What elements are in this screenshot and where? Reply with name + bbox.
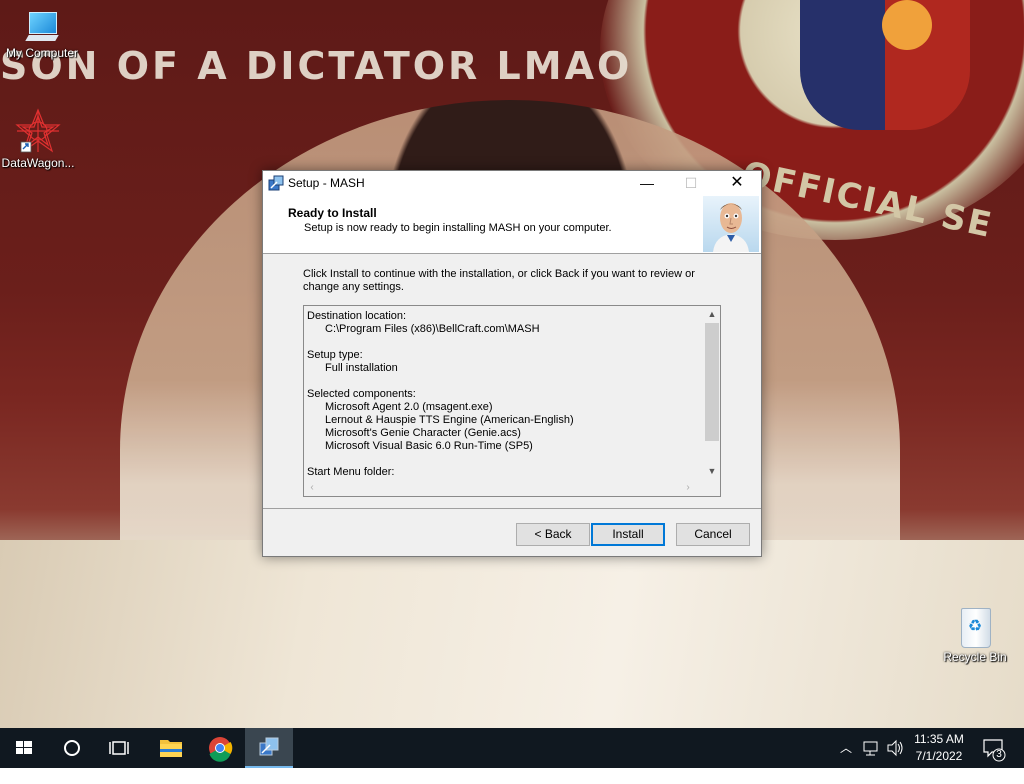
setup-app-icon: [268, 175, 284, 191]
chrome-icon: [209, 737, 233, 762]
back-button[interactable]: < Back: [516, 523, 590, 546]
desktop-icon-label: DataWagon...: [1, 156, 75, 170]
action-center-button[interactable]: 3: [978, 728, 1010, 768]
scroll-up-arrow-icon[interactable]: ▲: [704, 306, 720, 322]
setup-mash-icon: [259, 737, 279, 756]
memo-setup-type-value: Full installation: [325, 362, 398, 374]
desktop-icon-label: My Computer: [5, 46, 79, 60]
desktop-icon-datawagon[interactable]: DataWagon...: [0, 108, 80, 170]
install-button[interactable]: Install: [591, 523, 665, 546]
cancel-button[interactable]: Cancel: [676, 523, 750, 546]
memo-component-item: Microsoft's Genie Character (Genie.acs): [325, 427, 521, 439]
maximize-button: ☐: [684, 175, 698, 191]
taskbar-setup-mash[interactable]: [245, 728, 293, 768]
notification-count-badge: 3: [996, 749, 1002, 760]
scroll-left-arrow-icon[interactable]: ‹: [304, 480, 320, 496]
desktop-icon-label: Recycle Bin: [943, 650, 1007, 664]
datawagon-icon: [15, 108, 61, 154]
start-button[interactable]: [0, 728, 48, 768]
memo-start-menu-label: Start Menu folder:: [307, 466, 395, 478]
wizard-character-image: [703, 196, 759, 252]
scroll-right-arrow-icon[interactable]: ›: [680, 480, 696, 496]
minimize-button[interactable]: —: [625, 171, 669, 195]
task-view-icon: [109, 741, 129, 755]
task-view-button[interactable]: [96, 728, 144, 768]
memo-component-item: Microsoft Agent 2.0 (msagent.exe): [325, 401, 493, 413]
dialog-titlebar[interactable]: Setup - MASH — ☐ ✕: [263, 171, 761, 195]
wizard-page-title: Ready to Install: [288, 206, 377, 220]
volume-icon[interactable]: [884, 728, 906, 768]
search-icon: [64, 740, 80, 756]
memo-component-item: Lernout & Hauspie TTS Engine (American-E…: [325, 414, 574, 426]
ready-memo-content: Destination location: C:\Program Files (…: [307, 310, 702, 480]
recycle-bin-icon: ♻: [955, 604, 995, 648]
horizontal-scrollbar[interactable]: ‹ ›: [304, 480, 704, 496]
taskbar-clock[interactable]: 11:35 AM 7/1/2022: [906, 731, 972, 765]
setup-dialog: Setup - MASH — ☐ ✕ Ready to Install Setu…: [262, 170, 762, 557]
clock-time: 11:35 AM: [914, 732, 964, 746]
close-button[interactable]: ✕: [715, 171, 759, 195]
show-hidden-icons-chevron-icon[interactable]: ︿: [836, 728, 856, 768]
dialog-title: Setup - MASH: [288, 176, 365, 190]
memo-destination-value: C:\Program Files (x86)\BellCraft.com\MAS…: [325, 323, 540, 335]
computer-icon: [25, 10, 59, 44]
windows-logo-icon: [16, 741, 32, 754]
clock-date: 7/1/2022: [915, 749, 963, 763]
wallpaper-shirt: [0, 540, 1024, 728]
memo-components-label: Selected components:: [307, 388, 416, 400]
scroll-down-arrow-icon[interactable]: ▼: [704, 463, 720, 479]
chrome-button[interactable]: [196, 728, 244, 768]
network-icon[interactable]: [860, 728, 882, 768]
memo-destination-label: Destination location:: [307, 310, 407, 322]
wizard-page-subtitle: Setup is now ready to begin installing M…: [304, 222, 612, 234]
memo-component-item: Microsoft Visual Basic 6.0 Run-Time (SP5…: [325, 440, 533, 452]
intro-text: Click Install to continue with the insta…: [303, 268, 695, 293]
file-explorer-button[interactable]: [147, 728, 195, 768]
desktop-icon-my-computer[interactable]: My Computer: [0, 10, 84, 60]
vertical-scroll-thumb[interactable]: [705, 323, 719, 441]
memo-setup-type-label: Setup type:: [307, 349, 363, 361]
wallpaper-caption: SON OF A DICTATOR LMAO: [0, 44, 633, 88]
button-area-divider: [263, 508, 761, 509]
wizard-header: Ready to Install Setup is now ready to b…: [263, 195, 761, 254]
taskbar: ︿ 11:35 AM 7/1/2022 3: [0, 728, 1024, 768]
file-explorer-icon: [160, 740, 182, 757]
desktop-icon-recycle-bin[interactable]: ♻ Recycle Bin: [933, 604, 1017, 664]
ready-memo[interactable]: Destination location: C:\Program Files (…: [303, 305, 721, 497]
wallpaper-seal-sun: [882, 0, 932, 50]
vertical-scrollbar[interactable]: ▲ ▼: [704, 306, 720, 479]
search-button[interactable]: [48, 728, 96, 768]
